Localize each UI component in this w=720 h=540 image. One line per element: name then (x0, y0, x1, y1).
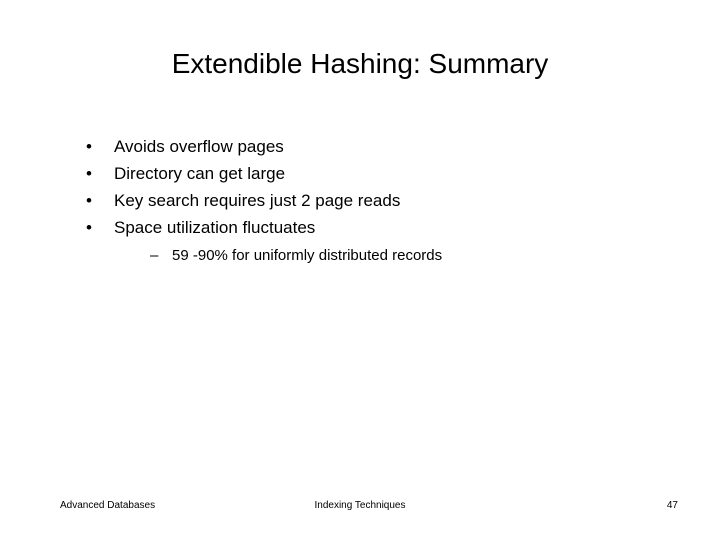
slide-content: Avoids overflow pages Directory can get … (86, 136, 660, 270)
bullet-text: Key search requires just 2 page reads (114, 191, 400, 210)
sub-bullet-item: 59 -90% for uniformly distributed record… (150, 246, 660, 266)
sub-bullet-list: 59 -90% for uniformly distributed record… (114, 246, 660, 266)
bullet-item: Key search requires just 2 page reads (86, 190, 660, 213)
footer-page-number: 47 (667, 500, 678, 511)
sub-bullet-text: 59 -90% for uniformly distributed record… (172, 247, 442, 264)
slide-title: Extendible Hashing: Summary (0, 48, 720, 80)
bullet-text: Directory can get large (114, 164, 285, 183)
bullet-text: Avoids overflow pages (114, 137, 284, 156)
footer-center: Indexing Techniques (0, 500, 720, 511)
slide-footer: Advanced Databases Indexing Techniques 4… (0, 500, 720, 516)
bullet-item: Directory can get large (86, 163, 660, 186)
bullet-text: Space utilization fluctuates (114, 218, 315, 237)
bullet-item: Avoids overflow pages (86, 136, 660, 159)
bullet-list: Avoids overflow pages Directory can get … (86, 136, 660, 266)
slide: Extendible Hashing: Summary Avoids overf… (0, 0, 720, 540)
bullet-item: Space utilization fluctuates 59 -90% for… (86, 217, 660, 266)
